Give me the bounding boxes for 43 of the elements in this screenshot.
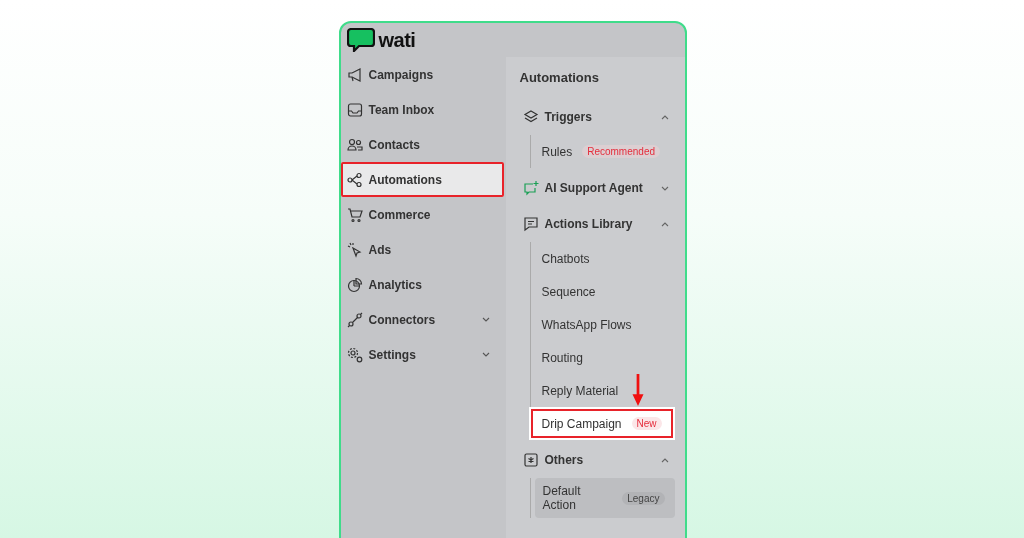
section-header[interactable]: Actions Library — [519, 206, 675, 242]
submenu-item[interactable]: Sequence — [528, 275, 675, 308]
cart-icon — [346, 206, 363, 223]
pie-icon — [346, 276, 363, 293]
inbox-icon — [346, 101, 363, 118]
nav-item[interactable]: Ads — [340, 232, 504, 267]
nav-item[interactable]: Analytics — [340, 267, 504, 302]
submenu-item[interactable]: Reply Material — [528, 374, 675, 407]
section-header[interactable]: AI Support Agent — [519, 170, 675, 206]
nav-item[interactable]: Commerce — [340, 197, 504, 232]
submenu-item[interactable]: Chatbots — [528, 242, 675, 275]
cursor-icon — [346, 241, 363, 258]
nav-item[interactable]: Team Inbox — [340, 92, 504, 127]
megaphone-icon — [346, 66, 363, 83]
nav-item[interactable]: Contacts — [340, 127, 504, 162]
section-header[interactable]: Others — [519, 442, 675, 478]
speech-bubble-icon — [346, 28, 375, 52]
chat-plus-icon — [522, 180, 539, 196]
chevron-up-icon — [660, 114, 669, 120]
submenu-item[interactable]: Routing — [528, 341, 675, 374]
brand-name: wati — [378, 28, 416, 52]
section-header[interactable]: Triggers — [519, 99, 675, 135]
nav-item[interactable]: Automations — [340, 162, 504, 197]
badge-label: Legacy — [622, 491, 665, 505]
badge-label: Recommended — [582, 145, 660, 158]
gear-icon — [346, 346, 363, 363]
message-icon — [522, 216, 539, 232]
submenu-item[interactable]: WhatsApp Flows — [528, 308, 675, 341]
plug-icon — [346, 311, 363, 328]
badge-label: New — [631, 417, 662, 430]
people-icon — [346, 136, 363, 153]
nav-item[interactable]: Campaigns — [340, 57, 504, 92]
chevron-up-icon — [660, 221, 669, 227]
submenu-item[interactable]: Drip Campaign New — [528, 407, 675, 440]
submenu-item[interactable]: Default Action Legacy — [534, 478, 675, 518]
nav-item[interactable]: Connectors — [340, 302, 504, 337]
nav-item[interactable]: Settings — [340, 337, 504, 372]
chevron-down-icon — [660, 185, 669, 191]
nodes-icon — [346, 171, 363, 188]
layers-icon — [522, 109, 539, 125]
chevron-up-icon — [660, 457, 669, 463]
panel-title: Automations — [519, 69, 600, 87]
submenu-item[interactable]: Rules Recommended — [528, 135, 675, 168]
